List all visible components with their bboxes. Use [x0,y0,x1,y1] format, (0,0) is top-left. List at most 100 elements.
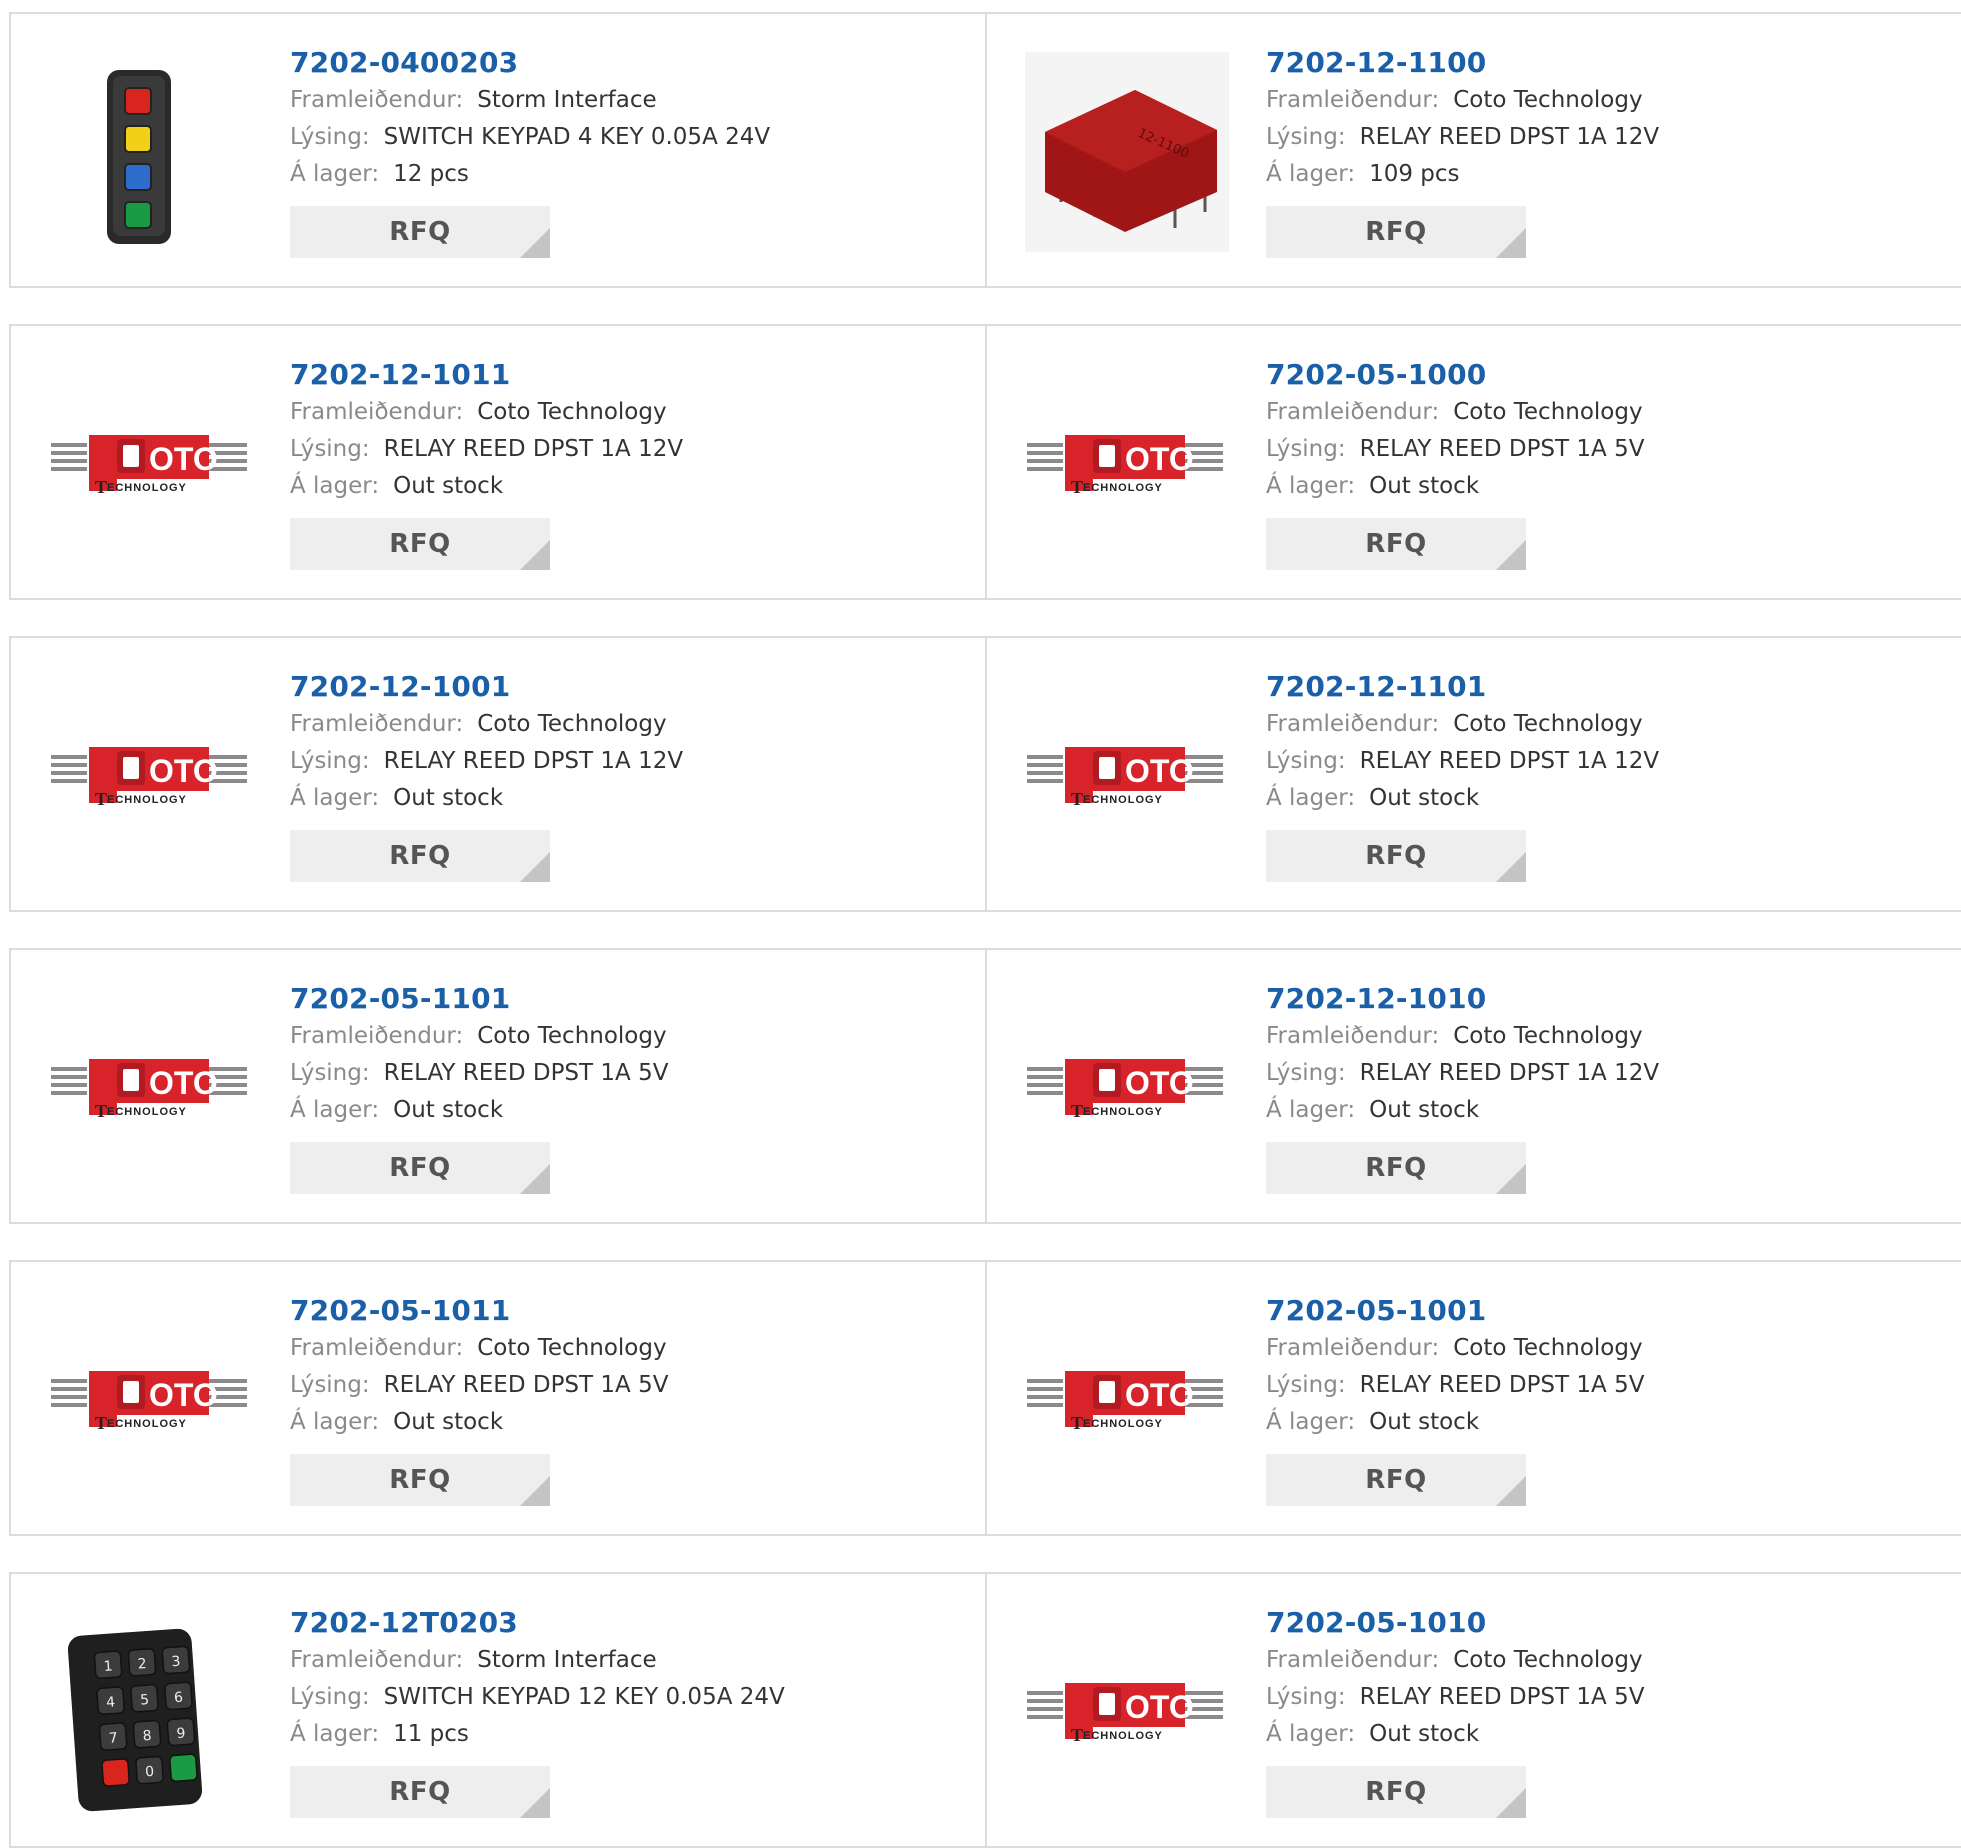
coto-logo-icon: OTO T ECHNOLOGY [51,1059,247,1121]
manufacturer-value: Coto Technology [477,1023,667,1049]
rfq-label: RFQ [1365,217,1427,247]
manufacturer-row: Framleiðendur: Coto Technology [290,394,975,431]
corner-triangle-icon [520,1476,550,1506]
svg-text:ECHNOLOGY: ECHNOLOGY [1083,1106,1163,1118]
svg-text:T: T [1071,1413,1083,1433]
part-number-link[interactable]: 7202-05-1101 [290,980,975,1018]
product-card-7202-12-1010: OTO T ECHNOLOGY 7202-12-1010 Framleiðend… [987,948,1961,1224]
product-card-7202-12T0203: 1 2 3 4 5 6 7 8 9 0 7202-12T0203 Framleiðendur: St… [9,1572,987,1848]
rfq-button[interactable]: RFQ [1266,518,1526,570]
manufacturer-row: Framleiðendur: Storm Interface [290,82,975,119]
rfq-button[interactable]: RFQ [1266,1142,1526,1194]
corner-triangle-icon [1496,540,1526,570]
stock-label: Á lager: [1266,1409,1356,1435]
manufacturer-value: Coto Technology [477,1335,667,1361]
stock-row: Á lager: Out stock [1266,780,1951,817]
rfq-button[interactable]: RFQ [1266,1766,1526,1818]
description-label: Lýsing: [1266,1372,1346,1398]
description-label: Lýsing: [1266,124,1346,150]
stock-row: Á lager: Out stock [1266,1404,1951,1441]
svg-text:8: 8 [142,1728,152,1745]
manufacturer-label: Framleiðendur: [290,711,464,737]
corner-triangle-icon [520,852,550,882]
manufacturer-value: Coto Technology [1453,1023,1643,1049]
coto-logo-text: OTO [1125,753,1194,789]
stock-label: Á lager: [1266,785,1356,811]
product-info: 7202-12T0203 Framleiðendur: Storm Interfa… [290,1604,975,1818]
description-value: RELAY REED DPST 1A 12V [383,748,684,774]
part-number-link[interactable]: 7202-05-1000 [1266,356,1951,394]
rfq-button[interactable]: RFQ [290,206,550,258]
description-label: Lýsing: [290,1060,370,1086]
part-number-link[interactable]: 7202-12-1100 [1266,44,1951,82]
rfq-button[interactable]: RFQ [1266,1454,1526,1506]
coto-logo-icon: OTO T ECHNOLOGY [1027,1683,1223,1745]
svg-text:T: T [95,477,107,497]
description-value: RELAY REED DPST 1A 5V [1359,1372,1645,1398]
rfq-button[interactable]: RFQ [290,1454,550,1506]
svg-text:T: T [95,1101,107,1121]
manufacturer-value: Coto Technology [1453,87,1643,113]
product-image[interactable]: OTO T ECHNOLOGY [1025,364,1229,564]
product-image[interactable]: 1 2 3 4 5 6 7 8 9 0 [49,1612,253,1812]
stock-row: Á lager: Out stock [1266,468,1951,505]
product-card-7202-12-1100: 12-1100 7202-12-1100 Framleiðendur: Coto … [987,12,1961,288]
product-image[interactable] [49,52,253,252]
product-card-7202-05-1101: OTO T ECHNOLOGY 7202-05-1101 Framleiðend… [9,948,987,1224]
svg-text:5: 5 [140,1692,150,1709]
part-number-link[interactable]: 7202-12-1001 [290,668,975,706]
product-image[interactable]: OTO T ECHNOLOGY [1025,988,1229,1188]
manufacturer-row: Framleiðendur: Coto Technology [1266,1018,1951,1055]
stock-label: Á lager: [290,1097,380,1123]
rfq-button[interactable]: RFQ [290,1142,550,1194]
description-row: Lýsing: RELAY REED DPST 1A 5V [1266,1679,1951,1716]
stock-value: Out stock [393,473,504,499]
product-image[interactable]: OTO T ECHNOLOGY [49,364,253,564]
rfq-button[interactable]: RFQ [290,830,550,882]
part-number-link[interactable]: 7202-05-1010 [1266,1604,1951,1642]
part-number-link[interactable]: 7202-05-1001 [1266,1292,1951,1330]
stock-row: Á lager: Out stock [1266,1092,1951,1129]
manufacturer-label: Framleiðendur: [290,1647,464,1673]
svg-text:0: 0 [145,1764,155,1781]
product-image[interactable]: OTO T ECHNOLOGY [49,676,253,876]
part-number-link[interactable]: 7202-12T0203 [290,1604,975,1642]
product-image[interactable]: OTO T ECHNOLOGY [49,1300,253,1500]
part-number-link[interactable]: 7202-12-1101 [1266,668,1951,706]
coto-logo-icon: OTO T ECHNOLOGY [1027,435,1223,497]
stock-label: Á lager: [290,785,380,811]
coto-logo-text: OTO [149,753,218,789]
manufacturer-value: Coto Technology [1453,1647,1643,1673]
rfq-button[interactable]: RFQ [1266,206,1526,258]
product-info: 7202-12-1010 Framleiðendur: Coto Technolo… [1266,980,1951,1194]
product-image[interactable]: OTO T ECHNOLOGY [1025,676,1229,876]
part-number-link[interactable]: 7202-12-1010 [1266,980,1951,1018]
description-value: RELAY REED DPST 1A 12V [1359,124,1660,150]
svg-text:T: T [1071,477,1083,497]
part-number-link[interactable]: 7202-12-1011 [290,356,975,394]
manufacturer-label: Framleiðendur: [1266,1647,1440,1673]
product-image[interactable]: OTO T ECHNOLOGY [49,988,253,1188]
coto-logo-text: OTO [149,441,218,477]
description-row: Lýsing: RELAY REED DPST 1A 12V [290,743,975,780]
corner-triangle-icon [1496,1476,1526,1506]
manufacturer-row: Framleiðendur: Coto Technology [1266,394,1951,431]
rfq-button[interactable]: RFQ [290,1766,550,1818]
keypad-12-icon: 1 2 3 4 5 6 7 8 9 0 [67,1628,203,1812]
keypad-4-icon [107,70,171,244]
manufacturer-value: Coto Technology [477,711,667,737]
part-number-link[interactable]: 7202-0400203 [290,44,975,82]
description-label: Lýsing: [290,748,370,774]
product-card-7202-12-1011: OTO T ECHNOLOGY 7202-12-1011 Framleiðend… [9,324,987,600]
description-label: Lýsing: [290,1372,370,1398]
stock-value: Out stock [393,1097,504,1123]
product-image[interactable]: 12-1100 [1025,52,1229,252]
product-image[interactable]: OTO T ECHNOLOGY [1025,1612,1229,1812]
stock-row: Á lager: 12 pcs [290,156,975,193]
product-image[interactable]: OTO T ECHNOLOGY [1025,1300,1229,1500]
rfq-button[interactable]: RFQ [1266,830,1526,882]
part-number-link[interactable]: 7202-05-1011 [290,1292,975,1330]
rfq-button[interactable]: RFQ [290,518,550,570]
product-card-7202-0400203: 7202-0400203 Framleiðendur: Storm Interfa… [9,12,987,288]
description-row: Lýsing: RELAY REED DPST 1A 12V [1266,743,1951,780]
